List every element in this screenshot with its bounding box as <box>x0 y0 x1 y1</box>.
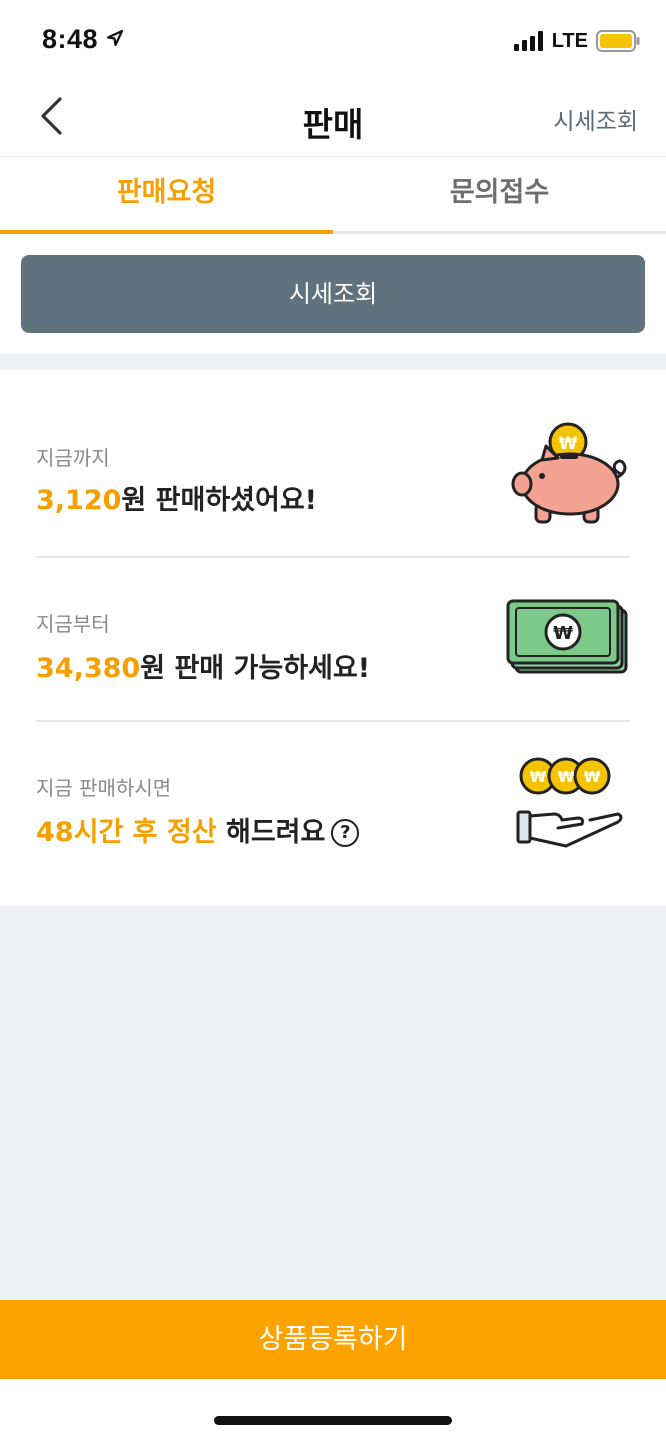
battery-icon <box>596 30 640 52</box>
bottom-safe-area <box>0 1379 666 1440</box>
svg-text:₩: ₩ <box>584 768 601 786</box>
svg-text:₩: ₩ <box>553 623 573 644</box>
settlement-highlight: 48시간 후 정산 <box>36 817 217 848</box>
coins-hand-icon: ₩ ₩ ₩ <box>516 757 623 848</box>
price-check-section: 시세조회 <box>0 234 666 354</box>
sold-suffix: 원 판매하셨어요! <box>121 485 317 516</box>
status-bar: 8:48 LTE <box>0 0 666 80</box>
settlement-row: 지금 판매하시면 48시간 후 정산 해드려요? ₩ ₩ ₩ <box>36 720 630 885</box>
available-suffix: 원 판매 가능하세요! <box>140 653 371 684</box>
available-summary: 34,380원 판매 가능하세요! <box>36 646 370 685</box>
status-indicators: LTE <box>513 28 640 54</box>
settlement-suffix: 해드려요 <box>216 817 326 848</box>
svg-text:₩: ₩ <box>559 434 578 454</box>
tab-bar: 판매요청 문의접수 <box>0 156 666 234</box>
available-row: 지금부터 34,380원 판매 가능하세요! ₩ <box>36 556 630 721</box>
price-check-link[interactable]: 시세조회 <box>553 102 638 136</box>
home-indicator <box>214 1416 452 1425</box>
price-check-button[interactable]: 시세조회 <box>21 255 645 333</box>
cash-stack-icon: ₩ <box>506 599 628 674</box>
settlement-summary: 48시간 후 정산 해드려요? <box>36 810 360 849</box>
tab-inquiry[interactable]: 문의접수 <box>333 157 666 232</box>
settlement-label: 지금 판매하시면 <box>36 776 172 800</box>
help-icon[interactable]: ? <box>331 819 360 847</box>
svg-text:₩: ₩ <box>530 768 547 786</box>
sold-amount: 3,120 <box>36 485 122 516</box>
navigation-bar: 판매 시세조회 <box>0 80 666 156</box>
piggy-bank-icon: ₩ <box>511 422 627 524</box>
tab-sell-request[interactable]: 판매요청 <box>0 157 333 232</box>
status-time: 8:48 <box>42 24 124 55</box>
register-product-button[interactable]: 상품등록하기 <box>0 1300 666 1379</box>
sold-label: 지금까지 <box>36 446 110 470</box>
location-arrow-icon <box>106 29 124 47</box>
signal-icon <box>513 31 543 51</box>
available-amount: 34,380 <box>36 653 141 684</box>
network-type: LTE <box>551 29 588 52</box>
available-label: 지금부터 <box>36 612 110 636</box>
sold-summary: 3,120원 판매하셨어요! <box>36 478 317 517</box>
svg-text:₩: ₩ <box>558 768 575 786</box>
sold-total-row: 지금까지 3,120원 판매하셨어요! ₩ <box>36 390 630 555</box>
sales-info-card: 지금까지 3,120원 판매하셨어요! ₩ 지금부터 34,380원 판매 가능… <box>0 370 666 906</box>
